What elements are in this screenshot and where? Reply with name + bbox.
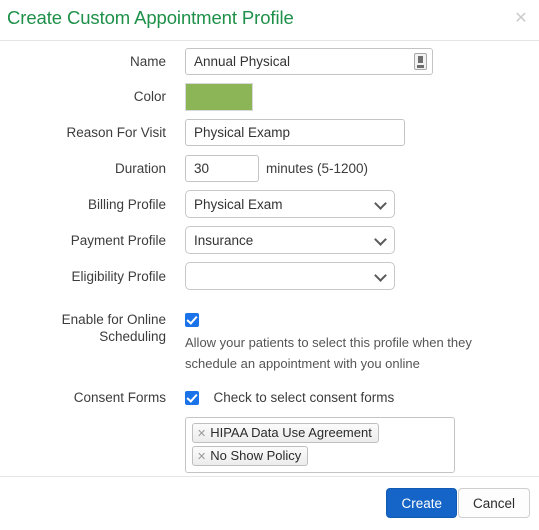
color-swatch[interactable] — [185, 83, 253, 111]
eligibility-profile-select[interactable] — [185, 262, 395, 290]
reason-control — [185, 119, 405, 146]
consent-form-tag[interactable]: ✕ No Show Policy — [192, 446, 309, 466]
online-scheduling-label: Enable for Online Scheduling — [61, 312, 166, 344]
color-label: Color — [133, 89, 166, 104]
reason-for-visit-input[interactable] — [185, 119, 405, 146]
payment-profile-label: Payment Profile — [70, 233, 166, 248]
billing-profile-label: Billing Profile — [87, 197, 166, 212]
payment-profile-select[interactable]: Insurance — [185, 226, 395, 254]
name-control — [185, 48, 433, 75]
dialog-title: Create Custom Appointment Profile — [7, 7, 294, 28]
create-appointment-profile-dialog: Create Custom Appointment Profile ✕ Name… — [0, 0, 539, 530]
create-button[interactable]: Create — [386, 488, 457, 518]
duration-input[interactable] — [185, 155, 259, 182]
reason-label: Reason For Visit — [66, 125, 166, 140]
consent-forms-label: Consent Forms — [73, 390, 166, 405]
duration-label: Duration — [114, 161, 166, 176]
online-scheduling-control — [185, 311, 199, 329]
autofill-icon[interactable] — [414, 53, 427, 70]
dialog-header: Create Custom Appointment Profile ✕ — [0, 0, 539, 41]
online-scheduling-checkbox[interactable] — [185, 312, 199, 327]
consent-forms-control: Check to select consent forms — [185, 389, 394, 407]
consent-forms-checkbox-label: Check to select consent forms — [213, 390, 395, 406]
consent-forms-tag-list[interactable]: ✕ HIPAA Data Use Agreement ✕ No Show Polic… — [185, 417, 455, 473]
billing-profile-control: Physical Exam — [185, 190, 395, 218]
consent-form-tag-label: No Show Policy — [210, 448, 302, 463]
remove-tag-icon[interactable]: ✕ — [197, 427, 206, 440]
dialog-footer: Create Cancel — [0, 477, 539, 529]
close-icon[interactable]: ✕ — [512, 9, 530, 27]
remove-tag-icon[interactable]: ✕ — [197, 450, 206, 463]
payment-profile-control: Insurance — [185, 226, 395, 254]
cancel-button[interactable]: Cancel — [457, 488, 530, 518]
online-scheduling-help-text: Allow your patients to select this profi… — [185, 335, 472, 371]
duration-control — [185, 155, 259, 182]
name-label: Name — [129, 54, 166, 69]
billing-profile-select[interactable]: Physical Exam — [185, 190, 395, 218]
consent-form-tag-label: HIPAA Data Use Agreement — [210, 425, 372, 440]
eligibility-profile-label: Eligibility Profile — [71, 269, 166, 284]
consent-forms-checkbox[interactable] — [185, 390, 199, 405]
duration-units-label: minutes (5-1200) — [266, 161, 369, 176]
name-input[interactable] — [185, 48, 433, 75]
color-control — [185, 83, 253, 111]
eligibility-profile-control — [185, 262, 395, 290]
consent-form-tag[interactable]: ✕ HIPAA Data Use Agreement — [192, 423, 379, 443]
dialog-body: Name Color Reason For Visit Durati — [0, 41, 539, 477]
